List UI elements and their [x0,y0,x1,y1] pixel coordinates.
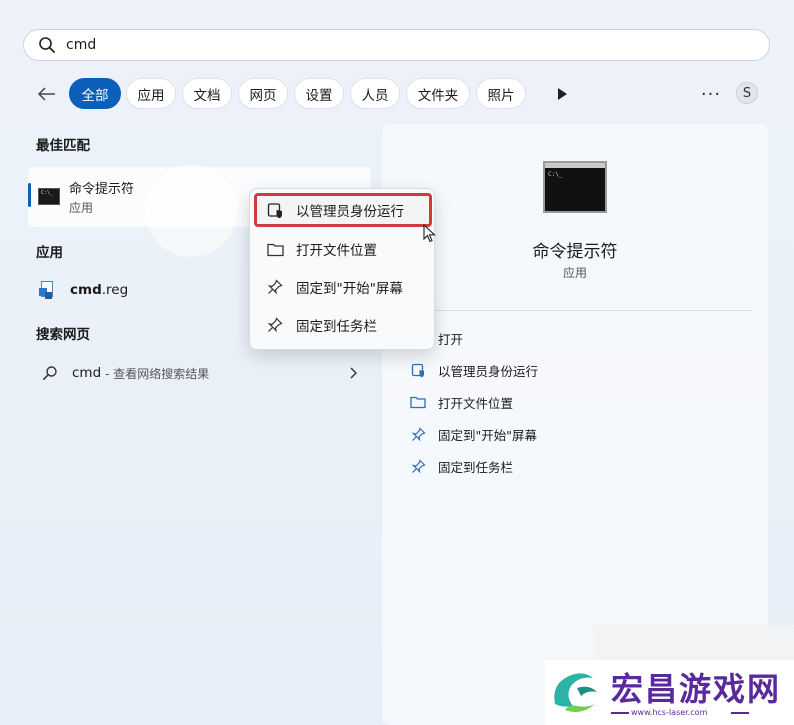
watermark-line-left [611,712,629,714]
app-name-rest: .reg [101,282,129,298]
chevron-right-icon[interactable] [348,366,358,380]
filter-chip-apps[interactable]: 应用 [126,78,176,109]
pin-icon [410,458,426,474]
shield-icon [410,362,426,378]
web-search-result[interactable]: cmd - 查看网络搜索结果 [36,358,360,388]
selection-indicator [28,183,31,207]
watermark-url: www.hcs-laser.com [631,708,708,717]
filter-chip-all[interactable]: 全部 [69,78,121,109]
folder-icon [410,394,426,410]
watermark-background [593,625,794,661]
menu-item-pin-start[interactable]: 固定到"开始"屏幕 [254,270,432,304]
pin-icon [410,426,426,442]
pin-icon [266,278,284,296]
divider [406,310,752,311]
action-pin-taskbar-label: 固定到任务栏 [438,459,514,475]
apps-heading: 应用 [36,245,63,261]
action-open-location-label: 打开文件位置 [438,395,514,411]
action-pin-start[interactable]: 固定到"开始"屏幕 [410,423,537,445]
best-match-name: 命令提示符 [69,182,135,197]
menu-open-location-label: 打开文件位置 [296,243,377,259]
menu-pin-start-label: 固定到"开始"屏幕 [296,281,403,297]
back-arrow-icon[interactable] [36,83,58,105]
action-open-label: 打开 [438,331,464,347]
mouse-cursor-icon [423,223,437,244]
web-search-heading: 搜索网页 [36,327,90,343]
folder-icon [266,240,284,258]
search-icon [38,36,56,54]
cmd-app-icon [38,188,60,205]
filter-chip-settings[interactable]: 设置 [294,78,344,109]
detail-title: 命令提示符 [532,242,618,262]
filter-chip-documents[interactable]: 文档 [182,78,232,109]
best-match-heading: 最佳匹配 [36,138,90,154]
app-name-bold: cmd [70,282,102,298]
avatar[interactable]: S [736,82,758,104]
web-search-hint: - 查看网络搜索结果 [105,366,210,381]
watermark-brand: 宏昌游戏网 [611,670,782,708]
shield-icon [266,201,284,219]
search-query[interactable]: cmd [66,37,96,53]
action-pin-taskbar[interactable]: 固定到任务栏 [410,455,513,477]
filter-chip-folders[interactable]: 文件夹 [406,78,470,109]
filter-chip-photos[interactable]: 照片 [476,78,526,109]
action-open-location[interactable]: 打开文件位置 [410,391,513,413]
play-icon[interactable] [555,86,569,102]
detail-type: 应用 [562,266,587,280]
search-icon [42,365,58,381]
pin-icon [266,316,284,334]
menu-run-admin-label: 以管理员身份运行 [296,204,404,220]
more-options-button[interactable]: ··· [700,80,722,108]
filter-chip-people[interactable]: 人员 [350,78,400,109]
search-input[interactable]: cmd [23,29,770,61]
web-search-term: cmd [72,365,102,381]
menu-item-pin-taskbar[interactable]: 固定到任务栏 [254,308,432,342]
filter-chip-web[interactable]: 网页 [238,78,288,109]
action-run-admin-label: 以管理员身份运行 [438,363,539,379]
registry-file-icon [39,280,57,300]
watermark: 宏昌游戏网 www.hcs-laser.com [545,660,794,725]
filter-bar: 全部 应用 文档 网页 设置 人员 文件夹 照片 ··· S [36,78,766,110]
watermark-line-right [731,712,749,714]
cmd-large-icon: C:\_ [543,161,607,213]
list-item-cmd-reg[interactable]: cmd .reg [39,280,128,300]
context-menu: 以管理员身份运行 打开文件位置 固定到"开始"屏幕 固定到任务栏 [249,188,435,350]
watermark-logo-icon [547,664,605,720]
blur-overlay [145,165,237,257]
menu-item-run-as-admin[interactable]: 以管理员身份运行 [254,193,432,227]
menu-pin-taskbar-label: 固定到任务栏 [296,319,377,335]
action-run-as-admin[interactable]: 以管理员身份运行 [410,359,538,381]
menu-item-open-location[interactable]: 打开文件位置 [254,232,432,266]
best-match-type: 应用 [69,201,94,215]
action-pin-start-label: 固定到"开始"屏幕 [438,427,537,443]
